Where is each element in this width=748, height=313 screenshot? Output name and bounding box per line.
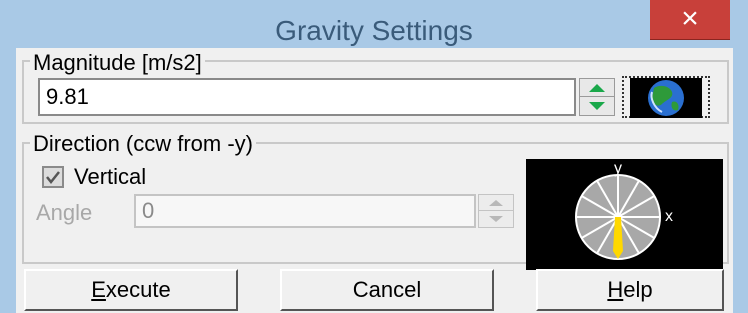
execute-label: xecute: [105, 277, 171, 302]
angle-spinner[interactable]: [478, 194, 514, 228]
direction-legend: Direction (ccw from -y): [30, 132, 257, 156]
earth-globe-icon: [630, 78, 702, 118]
triangle-down-icon: [489, 216, 503, 222]
vertical-label: Vertical: [74, 164, 147, 189]
spinner-up-button[interactable]: [580, 79, 614, 97]
help-label: elp: [623, 277, 653, 302]
angle-input[interactable]: 0: [134, 194, 476, 228]
magnitude-spinner[interactable]: [579, 78, 615, 116]
dial-graphic: y x: [575, 160, 673, 260]
spinner-down-button[interactable]: [580, 97, 614, 115]
execute-mnemonic: E: [91, 277, 106, 302]
title-bar[interactable]: Gravity Settings ×: [0, 0, 748, 50]
triangle-down-icon: [589, 102, 605, 110]
magnitude-input[interactable]: 9.81: [38, 78, 576, 116]
triangle-up-icon: [489, 199, 503, 206]
close-button[interactable]: ×: [650, 0, 730, 40]
execute-button[interactable]: Execute: [24, 269, 238, 311]
triangle-up-icon: [589, 83, 605, 92]
dialog-window: Gravity Settings × Magnitude [m/s2] 9.81: [0, 0, 748, 313]
angle-label: Angle: [36, 200, 93, 225]
help-mnemonic: H: [607, 277, 624, 302]
magnitude-legend: Magnitude [m/s2]: [30, 51, 205, 75]
dial-x-label: x: [665, 208, 673, 225]
help-button[interactable]: Help: [536, 269, 724, 311]
dialog-body: Magnitude [m/s2] 9.81 Direction (ccw fro…: [16, 48, 733, 313]
angle-spinner-down-button[interactable]: [479, 211, 513, 227]
cancel-button[interactable]: Cancel: [280, 269, 494, 311]
angle-spinner-up-button[interactable]: [479, 195, 513, 211]
dial-y-label: y: [614, 160, 622, 177]
cancel-label: Cancel: [352, 277, 422, 302]
direction-dial[interactable]: y x: [526, 159, 723, 270]
earth-gravity-button[interactable]: [622, 76, 710, 118]
vertical-checkbox[interactable]: [42, 166, 64, 188]
checkmark-icon: [46, 171, 60, 185]
